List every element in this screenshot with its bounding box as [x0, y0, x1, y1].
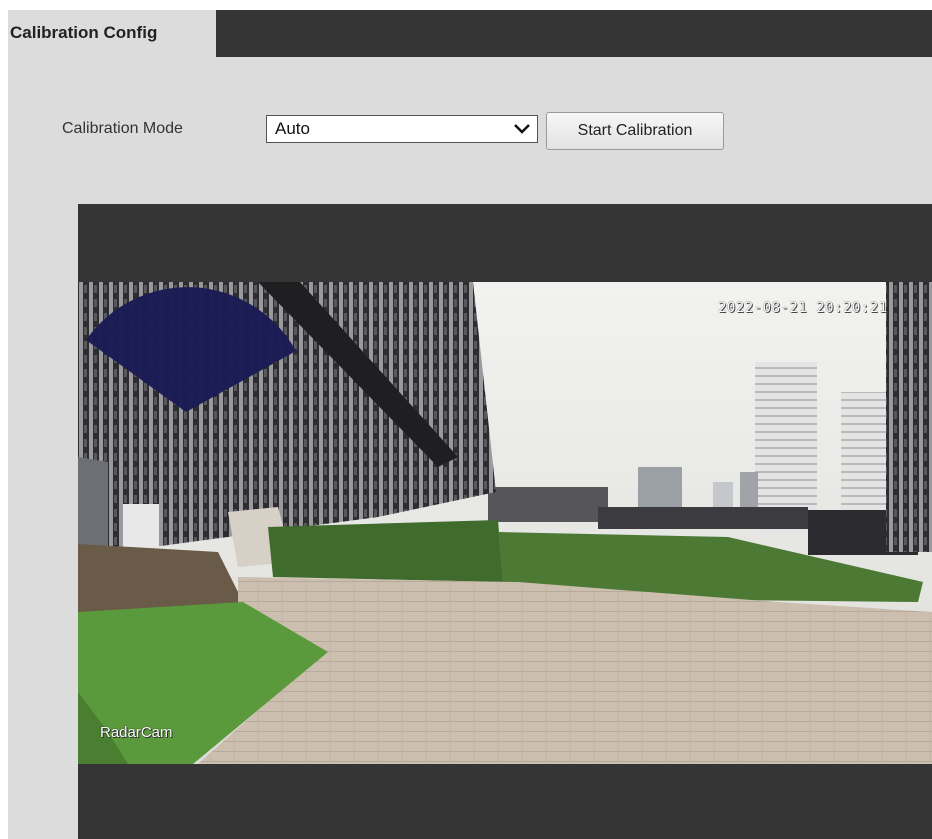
tab-bar: Calibration Config [8, 10, 932, 57]
live-video-view[interactable]: 2022-08-21 20:20:21 RadarCam [78, 282, 932, 764]
tab-calibration-config[interactable]: Calibration Config [8, 10, 216, 57]
osd-timestamp: 2022-08-21 20:20:21 [718, 300, 888, 316]
chevron-down-icon [514, 124, 530, 134]
camera-scene-image [78, 282, 932, 764]
calibration-mode-select[interactable]: Auto [266, 115, 538, 143]
start-calibration-button[interactable]: Start Calibration [546, 112, 724, 150]
calibration-mode-label: Calibration Mode [62, 120, 183, 137]
video-preview-frame: 2022-08-21 20:20:21 RadarCam [78, 204, 932, 839]
calibration-mode-value: Auto [275, 119, 310, 138]
osd-camera-name: RadarCam [100, 724, 173, 741]
